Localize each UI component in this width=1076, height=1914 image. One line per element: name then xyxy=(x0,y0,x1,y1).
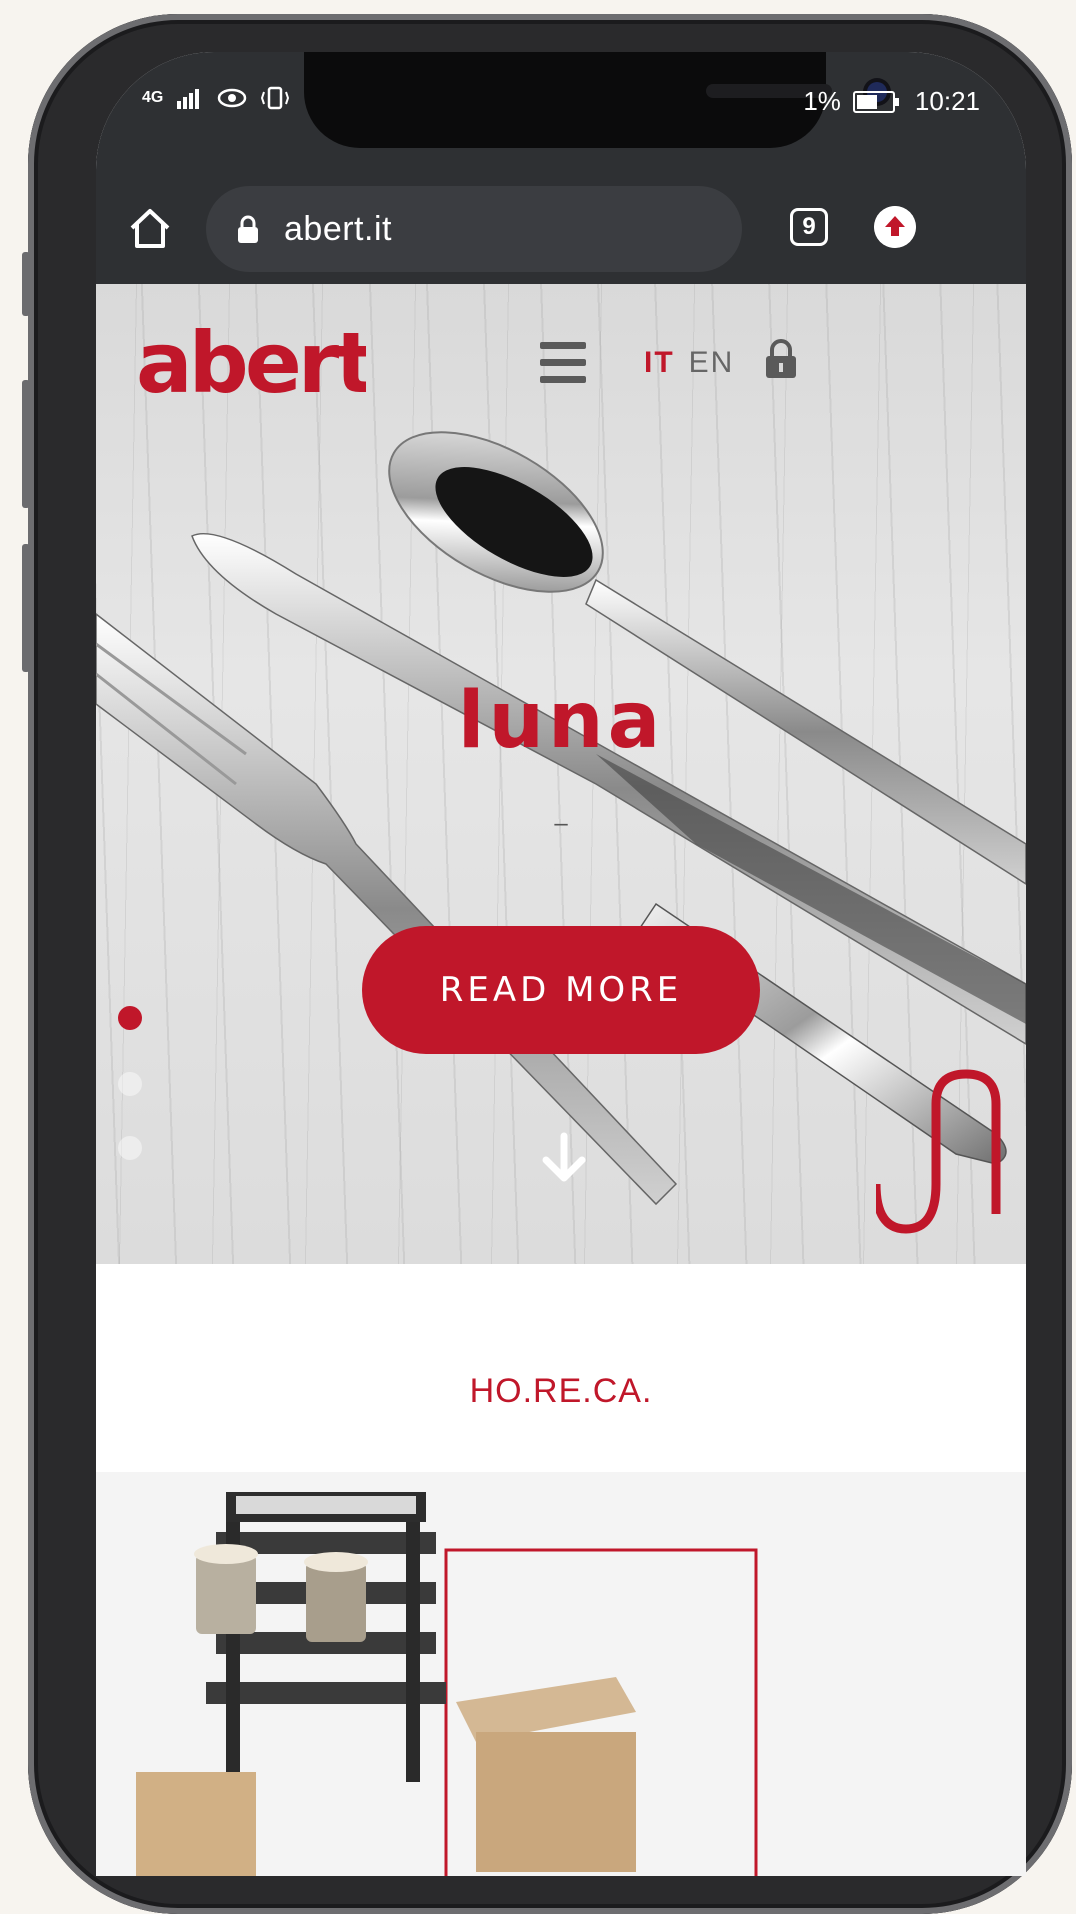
url-text: abert.it xyxy=(284,210,392,248)
clock: 10:21 xyxy=(914,86,980,116)
read-more-button[interactable]: READ MORE xyxy=(362,926,760,1054)
update-icon[interactable] xyxy=(874,206,916,248)
buffet-display-image xyxy=(136,1492,758,1876)
address-bar[interactable]: abert.it xyxy=(206,186,742,272)
hamburger-menu-icon[interactable] xyxy=(540,342,586,384)
volume-up-button xyxy=(22,380,30,508)
hero-title: luna xyxy=(457,676,665,766)
vibrate-icon xyxy=(261,86,290,110)
section-title-horeca: HO.RE.CA. xyxy=(469,1372,653,1410)
battery-icon xyxy=(852,90,899,113)
lang-en-link[interactable]: EN xyxy=(689,346,735,380)
slider-dot-3[interactable] xyxy=(118,1136,142,1160)
volume-down-button xyxy=(22,544,30,672)
tab-switcher-button[interactable]: 9 xyxy=(790,208,828,246)
language-switcher: IT EN xyxy=(644,346,734,380)
eye-icon xyxy=(218,88,247,108)
hero-slider: abert IT EN luna – READ MORE xyxy=(96,284,1026,1264)
battery-percent: 1% xyxy=(803,86,841,116)
abert-logo[interactable]: abert xyxy=(136,324,366,404)
browser-chrome: 4G 1% 10:21 abert.it 9 xyxy=(96,52,1026,284)
scroll-down-arrow-icon[interactable] xyxy=(536,1130,592,1186)
signal-icon xyxy=(177,89,200,109)
slider-dot-2[interactable] xyxy=(118,1072,142,1096)
decorative-squiggle xyxy=(876,1069,1001,1234)
logo-text: abert xyxy=(136,324,366,404)
status-right: 1% 10:21 xyxy=(803,86,980,117)
lock-icon xyxy=(238,215,258,243)
home-icon[interactable] xyxy=(128,206,172,250)
notch xyxy=(304,52,887,148)
product-image[interactable] xyxy=(96,1472,1026,1876)
status-left: 4G xyxy=(142,86,290,110)
slider-dot-1[interactable] xyxy=(118,1006,142,1030)
login-lock-icon[interactable] xyxy=(764,338,798,380)
hero-subtitle-dash: – xyxy=(554,810,568,837)
phone-screen: 4G 1% 10:21 abert.it 9 abert IT EN luna … xyxy=(96,52,1026,1876)
lang-it-link[interactable]: IT xyxy=(644,346,675,380)
network-label: 4G xyxy=(142,89,164,106)
phone-side-button xyxy=(22,252,30,316)
